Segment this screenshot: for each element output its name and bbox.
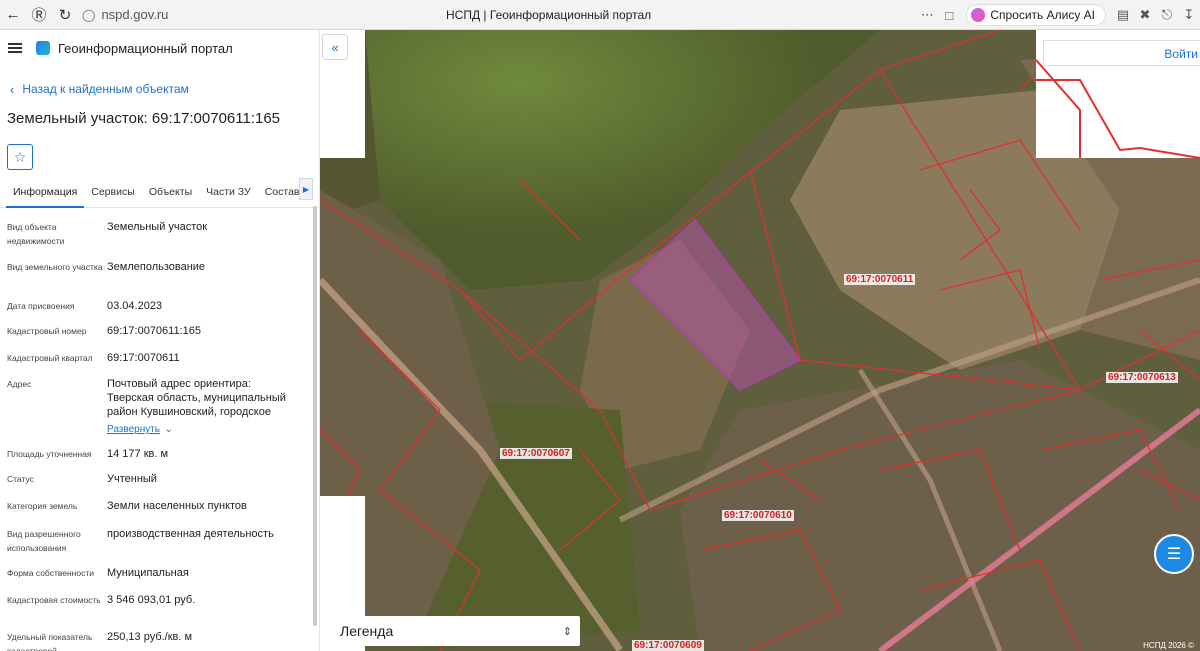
panel-scrollbar[interactable] xyxy=(313,206,317,626)
download-icon[interactable]: ↧ xyxy=(1178,7,1200,23)
satellite-map xyxy=(320,30,1200,651)
address-bar[interactable]: ◯ nspd.gov.ru xyxy=(82,0,382,30)
property-label: Удельный показатель кадастровой xyxy=(7,632,93,651)
quarter-label: 69:17:0070609 xyxy=(632,640,704,651)
tab-info[interactable]: Информация xyxy=(6,182,85,208)
property-label: Кадастровая стоимость xyxy=(7,595,101,605)
property-label: Площадь уточненная xyxy=(7,449,92,459)
quarter-label: 69:17:0070610 xyxy=(722,510,794,521)
property-value: 250,13 руб./кв. м xyxy=(107,631,193,643)
property-value: 3 546 093,01 руб. xyxy=(107,594,196,606)
property-value: Земельный участок xyxy=(107,221,208,233)
property-value: Землепользование xyxy=(107,261,206,273)
property-label: Вид земельного участка xyxy=(7,262,103,272)
bookmark-icon[interactable]: □ xyxy=(938,8,960,23)
property-value: Земли населенных пунктов xyxy=(107,500,247,512)
property-label: Адрес xyxy=(7,379,32,389)
map-copyright: НСПД 2026 © xyxy=(1143,641,1194,650)
object-title: Земельный участок: 69:17:0070611:165 xyxy=(7,110,281,127)
quarter-label: 69:17:0070613 xyxy=(1106,372,1178,383)
property-row: Адрес Почтовый адрес ориентира: Тверская… xyxy=(7,377,309,447)
ask-alice-button[interactable]: Спросить Алису AI xyxy=(966,4,1106,26)
quarter-label: 69:17:0070607 xyxy=(500,448,572,459)
portal-name: Геоинформационный портал xyxy=(58,40,233,56)
url-text: nspd.gov.ru xyxy=(101,7,169,22)
tabs-scroll-right-icon[interactable]: ▶ xyxy=(299,178,313,200)
select-arrows-icon: ⇕ xyxy=(562,625,572,638)
tab-services[interactable]: Сервисы xyxy=(84,182,142,208)
property-row: Кадастровая стоимость 3 546 093,01 руб. xyxy=(7,593,309,630)
back-to-results-link[interactable]: ‹ Назад к найденным объектам xyxy=(0,66,319,100)
property-label: Вид объекта недвижимости xyxy=(7,222,65,246)
chat-button[interactable]: ☰ xyxy=(1154,534,1194,574)
login-button[interactable]: Войти xyxy=(1043,40,1200,66)
property-label: Статус xyxy=(7,474,34,484)
site-info-icon[interactable]: ◯ xyxy=(82,8,95,22)
expand-label: Развернуть xyxy=(107,424,161,435)
menu-icon[interactable] xyxy=(8,43,22,53)
property-value: Учтенный xyxy=(107,473,157,485)
property-value: 69:17:0070611 xyxy=(107,352,180,364)
reader-icon[interactable]: ▤ xyxy=(1112,7,1134,23)
property-label: Вид разрешенного использования xyxy=(7,529,81,553)
property-row: Форма собственности Муниципальная xyxy=(7,566,309,593)
more-icon[interactable]: ⋯ xyxy=(916,7,938,23)
extension-icon[interactable]: ✖ xyxy=(1134,7,1156,23)
property-value: производственная деятельность xyxy=(107,528,274,540)
property-row: Дата присвоения 03.04.2023 xyxy=(7,299,309,324)
star-icon: ☆ xyxy=(13,148,27,165)
yandex-icon[interactable]: Ⓡ xyxy=(26,0,52,30)
property-label: Категория земель xyxy=(7,501,78,511)
puzzle-icon[interactable]: ⎋ xyxy=(1156,7,1178,23)
property-row: Удельный показатель кадастровой 250,13 р… xyxy=(7,630,309,651)
chevron-left-icon: ‹ xyxy=(10,81,15,97)
portal-logo xyxy=(36,41,50,55)
expand-address-link[interactable]: Развернуть ⌄ xyxy=(107,419,297,437)
property-row: Вид объекта недвижимости Земельный участ… xyxy=(7,220,309,260)
property-row: Вид разрешенного использования производс… xyxy=(7,527,309,566)
quarter-label: 69:17:0070611 xyxy=(844,274,916,285)
property-row: Категория земель Земли населенных пункто… xyxy=(7,499,309,527)
property-value: Почтовый адрес ориентира: Тверская облас… xyxy=(107,378,286,418)
property-value: 69:17:0070611:165 xyxy=(107,325,201,337)
tab-parts[interactable]: Части ЗУ xyxy=(199,182,258,208)
chat-icon: ☰ xyxy=(1166,546,1182,563)
map-view[interactable]: 69:17:0070611 69:17:0070613 69:17:007060… xyxy=(320,30,1200,651)
property-row: Статус Учтенный xyxy=(7,472,309,499)
reload-icon[interactable]: ↻ xyxy=(52,0,78,30)
alice-label: Спросить Алису AI xyxy=(990,8,1095,22)
tab-objects[interactable]: Объекты xyxy=(142,182,199,208)
back-icon[interactable]: ← xyxy=(0,0,26,30)
chevron-down-icon: ⌄ xyxy=(164,424,173,435)
collapse-icon: « xyxy=(331,39,339,55)
login-label: Войти xyxy=(1164,47,1198,61)
property-row: Кадастровый номер 69:17:0070611:165 xyxy=(7,324,309,351)
property-list: Вид объекта недвижимости Земельный участ… xyxy=(0,220,319,651)
browser-toolbar: ← Ⓡ ↻ ◯ nspd.gov.ru НСПД | Геоинформацио… xyxy=(0,0,1200,30)
legend-label: Легенда xyxy=(340,623,394,639)
property-label: Форма собственности xyxy=(7,568,94,578)
property-label: Кадастровый номер xyxy=(7,326,87,336)
tab-title: НСПД | Геоинформационный портал xyxy=(446,8,652,22)
property-value: Муниципальная xyxy=(107,567,189,579)
collapse-panel-button[interactable]: « xyxy=(322,34,348,60)
property-label: Дата присвоения xyxy=(7,301,75,311)
back-label: Назад к найденным объектам xyxy=(22,82,189,96)
property-label: Кадастровый квартал xyxy=(7,353,93,363)
property-row: Площадь уточненная 14 177 кв. м xyxy=(7,447,309,472)
object-tabs: Информация Сервисы Объекты Части ЗУ Сост… xyxy=(0,178,319,208)
property-value: 03.04.2023 xyxy=(107,300,163,312)
property-row: Вид земельного участка Землепользование xyxy=(7,260,309,299)
alice-icon xyxy=(971,8,986,22)
property-row: Кадастровый квартал 69:17:0070611 xyxy=(7,351,309,377)
favorite-button[interactable]: ☆ xyxy=(7,144,33,170)
object-panel: Геоинформационный портал ‹ Назад к найде… xyxy=(0,30,320,651)
legend-select[interactable]: Легенда ⇕ xyxy=(328,616,580,646)
property-value: 14 177 кв. м xyxy=(107,448,169,460)
